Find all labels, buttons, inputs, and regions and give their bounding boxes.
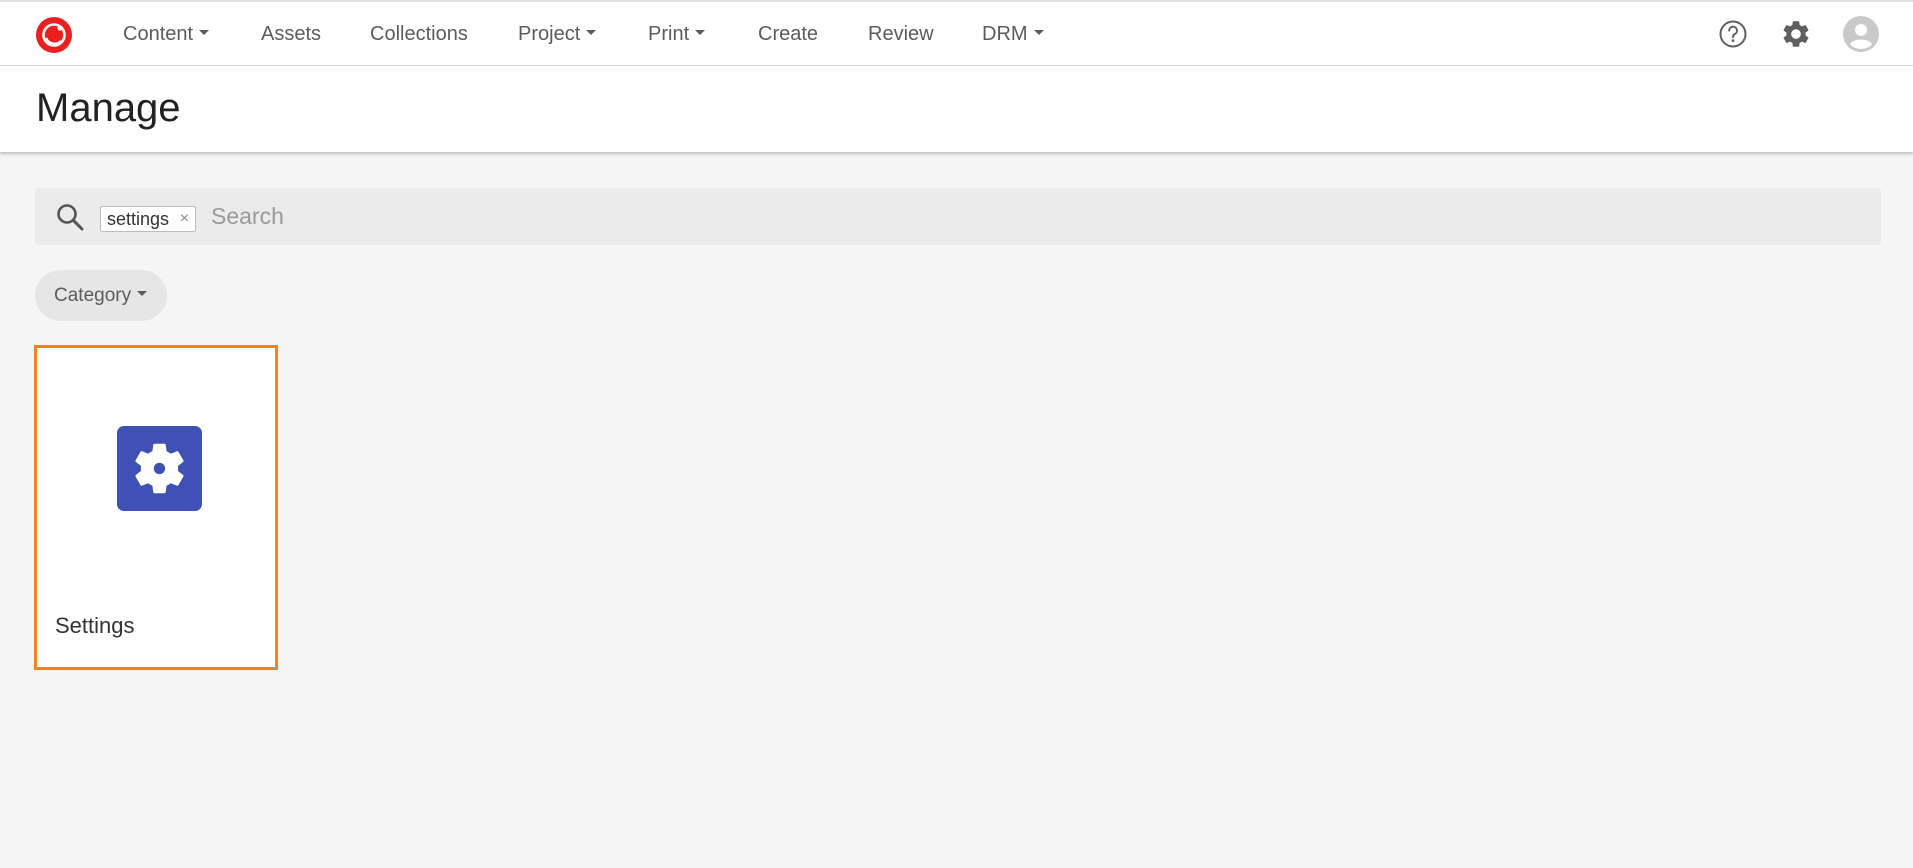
category-filter-button[interactable]: Category (35, 270, 167, 321)
nav-content-label: Content (123, 23, 194, 45)
nav-create-label: Create (758, 23, 819, 45)
search-filter-chip: settings × (100, 206, 197, 232)
nav-review[interactable]: Review (868, 22, 934, 46)
top-navigation-bar: Content Assets Collections Project Print… (0, 0, 1913, 66)
chevron-down-icon (586, 30, 597, 36)
help-icon[interactable] (1717, 18, 1749, 50)
category-filter-label: Category (54, 285, 132, 306)
nav-review-label: Review (868, 23, 934, 45)
search-filter-chip-label: settings (107, 209, 170, 229)
chevron-down-icon (199, 30, 210, 36)
nav-assets[interactable]: Assets (261, 22, 321, 46)
nav-content[interactable]: Content (123, 22, 210, 46)
settings-card[interactable]: Settings (34, 345, 278, 670)
nav-drm[interactable]: DRM (982, 22, 1044, 46)
nav-collections-label: Collections (370, 23, 468, 45)
chevron-down-icon (1033, 30, 1044, 36)
gear-icon (117, 426, 202, 511)
search-bar: settings × (35, 188, 1881, 245)
nav-project[interactable]: Project (518, 22, 597, 46)
avatar-icon[interactable] (1843, 16, 1879, 52)
search-icon (57, 204, 84, 231)
search-input[interactable] (211, 198, 1811, 234)
nav-print-label: Print (648, 23, 690, 45)
chevron-down-icon (695, 30, 706, 36)
gear-icon[interactable] (1780, 18, 1812, 50)
page-header: Manage (0, 66, 1913, 152)
nav-drm-label: DRM (982, 23, 1028, 45)
sitecore-logo-icon[interactable] (35, 16, 73, 54)
page-title: Manage (36, 86, 181, 130)
nav-print[interactable]: Print (648, 22, 706, 46)
nav-collections[interactable]: Collections (370, 22, 468, 46)
close-icon[interactable]: × (180, 207, 189, 231)
nav-create[interactable]: Create (758, 22, 818, 46)
chevron-down-icon (137, 291, 148, 297)
settings-card-label: Settings (55, 613, 135, 638)
nav-assets-label: Assets (261, 23, 322, 45)
nav-project-label: Project (518, 23, 581, 45)
